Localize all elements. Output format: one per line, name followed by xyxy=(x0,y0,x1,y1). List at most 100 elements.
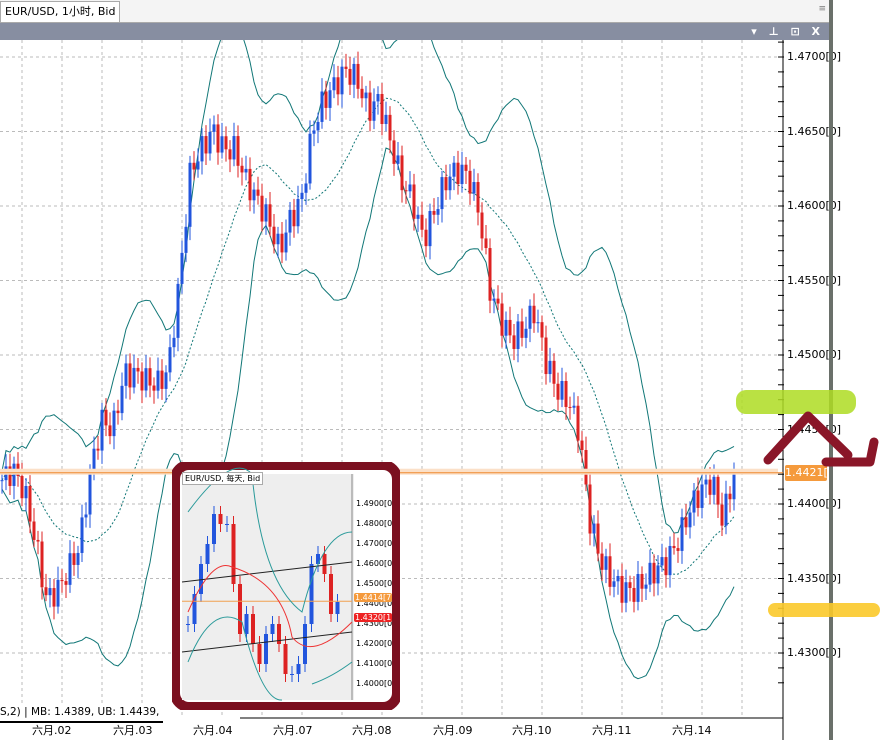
candle-body xyxy=(28,485,32,522)
candle-body xyxy=(24,485,28,499)
candle-body xyxy=(388,114,392,141)
candle-body xyxy=(192,162,196,170)
candle-body xyxy=(564,380,568,407)
inset-candle xyxy=(290,674,294,675)
candle-body xyxy=(264,204,268,222)
tab-scroll-icon[interactable]: ≡ xyxy=(818,4,826,14)
inset-title: EUR/USD, 每天, Bid xyxy=(182,472,264,485)
candle-body xyxy=(720,504,724,526)
candle-body xyxy=(328,90,332,108)
candle-body xyxy=(164,372,168,389)
candle-body xyxy=(124,363,128,386)
candle-body xyxy=(212,124,216,132)
candle-body xyxy=(364,92,368,99)
inset-y-tick: 1.4900[0 xyxy=(356,499,393,508)
candle-body xyxy=(568,406,572,408)
candle-body xyxy=(292,209,296,227)
candle-body xyxy=(44,587,48,596)
candle-body xyxy=(176,283,180,338)
candle-body xyxy=(696,490,700,508)
candle-body xyxy=(116,410,120,414)
x-tick-label: 六月.14 xyxy=(672,724,712,737)
candle-body xyxy=(208,131,212,154)
candle-body xyxy=(320,91,324,122)
candle-body xyxy=(416,214,420,219)
bollinger-upper-band xyxy=(1,40,735,534)
x-tick-label: 六月.09 xyxy=(433,724,473,737)
candle-body xyxy=(160,370,164,389)
candle-body xyxy=(524,328,528,338)
candle-body xyxy=(468,170,472,194)
window-control-buttons[interactable]: ▾ ⊥ ⊡ X xyxy=(751,23,824,40)
candle-body xyxy=(316,121,320,131)
chart-tab[interactable]: EUR/USD, 1小时, Bid xyxy=(0,1,121,22)
inset-candle xyxy=(244,614,249,634)
candle-body xyxy=(396,155,400,164)
candle-body xyxy=(592,523,596,534)
candle-body xyxy=(84,514,88,518)
inset-candle xyxy=(270,624,275,634)
candle-body xyxy=(544,337,548,375)
candle-body xyxy=(324,91,328,108)
candle-body xyxy=(596,523,600,554)
candle-body xyxy=(40,541,44,588)
candle-body xyxy=(332,77,336,91)
inset-candle xyxy=(238,584,242,634)
candle-body xyxy=(492,298,496,301)
candle-body xyxy=(636,574,640,602)
candle-body xyxy=(20,475,24,499)
candle-body xyxy=(288,209,292,233)
candle-body xyxy=(96,448,100,451)
candle-body xyxy=(688,512,692,528)
candle-body xyxy=(624,582,628,603)
candle-body xyxy=(504,319,508,336)
candle-body xyxy=(100,409,104,451)
candle-body xyxy=(576,405,580,441)
candle-body xyxy=(632,587,636,602)
candle-body xyxy=(340,66,344,95)
price-chart[interactable] xyxy=(0,40,829,740)
candle-body xyxy=(252,189,256,201)
candle-body xyxy=(612,581,616,587)
inset-y-tick: 1.4200[0 xyxy=(356,639,393,648)
candle-body xyxy=(180,252,184,284)
candle-body xyxy=(444,177,448,191)
inset-candle xyxy=(264,634,268,664)
inset-candle xyxy=(322,554,327,574)
inset-candle xyxy=(296,664,301,674)
candle-body xyxy=(516,321,520,349)
window-titlebar: EUR/USD, 1小时, Bid ≡ xyxy=(0,0,832,23)
candle-body xyxy=(628,582,632,588)
candle-body xyxy=(56,579,60,607)
candle-body xyxy=(496,298,500,304)
candle-body xyxy=(484,238,488,249)
x-tick-label: 六月.07 xyxy=(273,724,313,737)
candle-body xyxy=(312,130,316,134)
inset-candle xyxy=(303,624,307,664)
candle-body xyxy=(672,545,676,549)
candle-body xyxy=(692,490,696,513)
inset-candle xyxy=(205,544,210,564)
candle-body xyxy=(424,229,428,247)
candle-body xyxy=(440,177,444,210)
candle-body xyxy=(556,383,560,400)
candle-body xyxy=(572,405,576,408)
pane-splitter[interactable] xyxy=(829,0,833,740)
candle-body xyxy=(268,204,272,227)
candle-body xyxy=(184,226,188,253)
candle-body xyxy=(12,463,16,486)
candle-body xyxy=(220,136,224,153)
chart-toolbar: ▾ ⊥ ⊡ X xyxy=(0,23,832,40)
candle-body xyxy=(404,190,408,192)
candle-body xyxy=(684,517,688,528)
candle-body xyxy=(204,136,208,154)
candle-body xyxy=(372,101,376,121)
inset-candle xyxy=(218,514,223,524)
candle-body xyxy=(156,370,160,391)
candle-body xyxy=(464,164,468,171)
candle-body xyxy=(224,136,228,150)
candle-body xyxy=(248,168,252,201)
inset-candle xyxy=(309,564,314,624)
candle-body xyxy=(712,476,716,495)
candle-body xyxy=(428,211,432,247)
